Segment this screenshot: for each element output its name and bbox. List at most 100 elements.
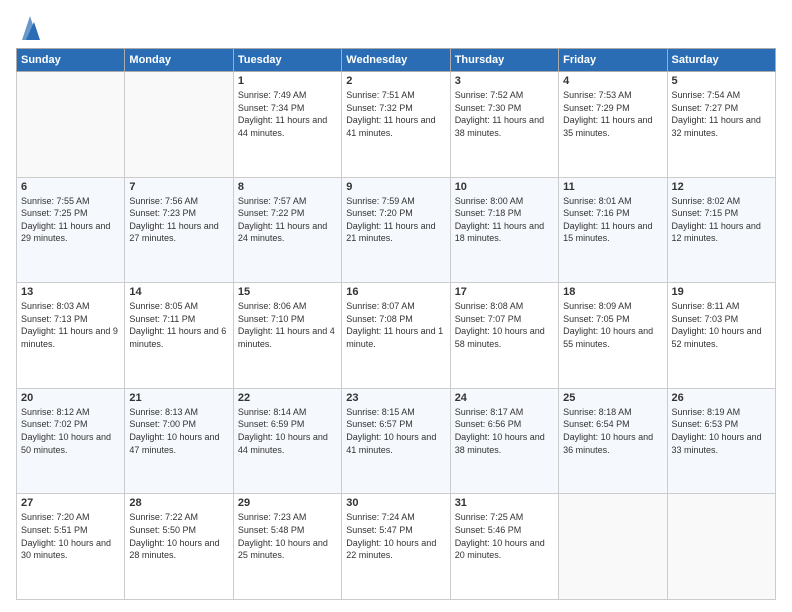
day-number: 3 bbox=[455, 75, 554, 87]
day-info: Sunrise: 8:18 AM Sunset: 6:54 PM Dayligh… bbox=[563, 406, 662, 456]
calendar-cell: 1 Sunrise: 7:49 AM Sunset: 7:34 PM Daylig… bbox=[233, 72, 341, 178]
day-number: 31 bbox=[455, 497, 554, 509]
day-info: Sunrise: 7:57 AM Sunset: 7:22 PM Dayligh… bbox=[238, 195, 337, 245]
page: SundayMondayTuesdayWednesdayThursdayFrid… bbox=[0, 0, 792, 612]
day-info: Sunrise: 7:22 AM Sunset: 5:50 PM Dayligh… bbox=[129, 511, 228, 561]
weekday-header-thursday: Thursday bbox=[450, 49, 558, 72]
calendar-cell: 15Sunrise: 8:06 AM Sunset: 7:10 PM Dayli… bbox=[233, 283, 341, 389]
calendar-cell: 12 Sunrise: 8:02 AM Sunset: 7:15 PM Dayli… bbox=[667, 177, 775, 283]
day-number: 4 bbox=[563, 75, 662, 87]
calendar-cell: 26 Sunrise: 8:19 AM Sunset: 6:53 PM Dayli… bbox=[667, 388, 775, 494]
calendar-cell: 28Sunrise: 7:22 AM Sunset: 5:50 PM Dayli… bbox=[125, 494, 233, 600]
weekday-header-monday: Monday bbox=[125, 49, 233, 72]
day-info: Sunrise: 8:08 AM Sunset: 7:07 PM Dayligh… bbox=[455, 300, 554, 350]
day-info: Sunrise: 7:53 AM Sunset: 7:29 PM Dayligh… bbox=[563, 89, 662, 139]
day-number: 24 bbox=[455, 392, 554, 404]
day-info: Sunrise: 8:19 AM Sunset: 6:53 PM Dayligh… bbox=[672, 406, 771, 456]
day-info: Sunrise: 7:23 AM Sunset: 5:48 PM Dayligh… bbox=[238, 511, 337, 561]
calendar-cell: 25 Sunrise: 8:18 AM Sunset: 6:54 PM Dayli… bbox=[559, 388, 667, 494]
day-info: Sunrise: 8:06 AM Sunset: 7:10 PM Dayligh… bbox=[238, 300, 337, 350]
calendar-week-row: 1 Sunrise: 7:49 AM Sunset: 7:34 PM Daylig… bbox=[17, 72, 776, 178]
calendar-cell: 3 Sunrise: 7:52 AM Sunset: 7:30 PM Daylig… bbox=[450, 72, 558, 178]
calendar-cell: 31 Sunrise: 7:25 AM Sunset: 5:46 PM Dayli… bbox=[450, 494, 558, 600]
day-number: 22 bbox=[238, 392, 337, 404]
day-number: 7 bbox=[129, 181, 228, 193]
calendar-cell: 18 Sunrise: 8:09 AM Sunset: 7:05 PM Dayli… bbox=[559, 283, 667, 389]
calendar-cell: 8 Sunrise: 7:57 AM Sunset: 7:22 PM Daylig… bbox=[233, 177, 341, 283]
day-number: 23 bbox=[346, 392, 445, 404]
calendar-cell bbox=[667, 494, 775, 600]
day-info: Sunrise: 7:52 AM Sunset: 7:30 PM Dayligh… bbox=[455, 89, 554, 139]
calendar-cell bbox=[17, 72, 125, 178]
day-number: 8 bbox=[238, 181, 337, 193]
calendar-cell: 11Sunrise: 8:01 AM Sunset: 7:16 PM Dayli… bbox=[559, 177, 667, 283]
calendar-cell: 16 Sunrise: 8:07 AM Sunset: 7:08 PM Dayli… bbox=[342, 283, 450, 389]
day-number: 13 bbox=[21, 286, 120, 298]
day-info: Sunrise: 7:54 AM Sunset: 7:27 PM Dayligh… bbox=[672, 89, 771, 139]
weekday-header-friday: Friday bbox=[559, 49, 667, 72]
calendar-cell: 14Sunrise: 8:05 AM Sunset: 7:11 PM Dayli… bbox=[125, 283, 233, 389]
day-info: Sunrise: 7:25 AM Sunset: 5:46 PM Dayligh… bbox=[455, 511, 554, 561]
day-info: Sunrise: 7:59 AM Sunset: 7:20 PM Dayligh… bbox=[346, 195, 445, 245]
weekday-header-sunday: Sunday bbox=[17, 49, 125, 72]
weekday-header-wednesday: Wednesday bbox=[342, 49, 450, 72]
day-number: 2 bbox=[346, 75, 445, 87]
header bbox=[16, 12, 776, 40]
calendar-cell: 21 Sunrise: 8:13 AM Sunset: 7:00 PM Dayli… bbox=[125, 388, 233, 494]
day-info: Sunrise: 8:11 AM Sunset: 7:03 PM Dayligh… bbox=[672, 300, 771, 350]
day-number: 1 bbox=[238, 75, 337, 87]
calendar-cell: 10 Sunrise: 8:00 AM Sunset: 7:18 PM Dayli… bbox=[450, 177, 558, 283]
day-number: 29 bbox=[238, 497, 337, 509]
day-info: Sunrise: 8:03 AM Sunset: 7:13 PM Dayligh… bbox=[21, 300, 120, 350]
day-number: 18 bbox=[563, 286, 662, 298]
calendar-cell: 19Sunrise: 8:11 AM Sunset: 7:03 PM Dayli… bbox=[667, 283, 775, 389]
logo-icon bbox=[20, 12, 40, 40]
calendar-cell: 9 Sunrise: 7:59 AM Sunset: 7:20 PM Daylig… bbox=[342, 177, 450, 283]
day-info: Sunrise: 8:13 AM Sunset: 7:00 PM Dayligh… bbox=[129, 406, 228, 456]
day-info: Sunrise: 7:56 AM Sunset: 7:23 PM Dayligh… bbox=[129, 195, 228, 245]
day-info: Sunrise: 7:49 AM Sunset: 7:34 PM Dayligh… bbox=[238, 89, 337, 139]
calendar-week-row: 6 Sunrise: 7:55 AM Sunset: 7:25 PM Daylig… bbox=[17, 177, 776, 283]
day-number: 5 bbox=[672, 75, 771, 87]
calendar-cell: 27 Sunrise: 7:20 AM Sunset: 5:51 PM Dayli… bbox=[17, 494, 125, 600]
day-number: 14 bbox=[129, 286, 228, 298]
calendar-cell: 4 Sunrise: 7:53 AM Sunset: 7:29 PM Daylig… bbox=[559, 72, 667, 178]
calendar-cell: 2 Sunrise: 7:51 AM Sunset: 7:32 PM Daylig… bbox=[342, 72, 450, 178]
day-number: 6 bbox=[21, 181, 120, 193]
calendar-cell: 20 Sunrise: 8:12 AM Sunset: 7:02 PM Dayli… bbox=[17, 388, 125, 494]
calendar-cell: 23 Sunrise: 8:15 AM Sunset: 6:57 PM Dayli… bbox=[342, 388, 450, 494]
calendar-week-row: 27 Sunrise: 7:20 AM Sunset: 5:51 PM Dayli… bbox=[17, 494, 776, 600]
calendar-table: SundayMondayTuesdayWednesdayThursdayFrid… bbox=[16, 48, 776, 600]
day-number: 25 bbox=[563, 392, 662, 404]
day-number: 9 bbox=[346, 181, 445, 193]
day-number: 12 bbox=[672, 181, 771, 193]
weekday-header-tuesday: Tuesday bbox=[233, 49, 341, 72]
day-info: Sunrise: 8:00 AM Sunset: 7:18 PM Dayligh… bbox=[455, 195, 554, 245]
calendar-cell bbox=[125, 72, 233, 178]
day-number: 10 bbox=[455, 181, 554, 193]
day-info: Sunrise: 8:02 AM Sunset: 7:15 PM Dayligh… bbox=[672, 195, 771, 245]
weekday-header-row: SundayMondayTuesdayWednesdayThursdayFrid… bbox=[17, 49, 776, 72]
day-info: Sunrise: 8:17 AM Sunset: 6:56 PM Dayligh… bbox=[455, 406, 554, 456]
day-info: Sunrise: 8:15 AM Sunset: 6:57 PM Dayligh… bbox=[346, 406, 445, 456]
day-number: 20 bbox=[21, 392, 120, 404]
logo bbox=[16, 12, 40, 40]
day-number: 27 bbox=[21, 497, 120, 509]
day-info: Sunrise: 7:20 AM Sunset: 5:51 PM Dayligh… bbox=[21, 511, 120, 561]
day-info: Sunrise: 7:55 AM Sunset: 7:25 PM Dayligh… bbox=[21, 195, 120, 245]
day-number: 16 bbox=[346, 286, 445, 298]
calendar-week-row: 13 Sunrise: 8:03 AM Sunset: 7:13 PM Dayli… bbox=[17, 283, 776, 389]
day-number: 17 bbox=[455, 286, 554, 298]
calendar-cell: 30Sunrise: 7:24 AM Sunset: 5:47 PM Dayli… bbox=[342, 494, 450, 600]
calendar-cell bbox=[559, 494, 667, 600]
calendar-cell: 13 Sunrise: 8:03 AM Sunset: 7:13 PM Dayli… bbox=[17, 283, 125, 389]
calendar-cell: 22 Sunrise: 8:14 AM Sunset: 6:59 PM Dayli… bbox=[233, 388, 341, 494]
day-number: 21 bbox=[129, 392, 228, 404]
day-info: Sunrise: 8:09 AM Sunset: 7:05 PM Dayligh… bbox=[563, 300, 662, 350]
day-info: Sunrise: 8:14 AM Sunset: 6:59 PM Dayligh… bbox=[238, 406, 337, 456]
day-number: 26 bbox=[672, 392, 771, 404]
day-info: Sunrise: 8:12 AM Sunset: 7:02 PM Dayligh… bbox=[21, 406, 120, 456]
day-info: Sunrise: 8:07 AM Sunset: 7:08 PM Dayligh… bbox=[346, 300, 445, 350]
calendar-cell: 17 Sunrise: 8:08 AM Sunset: 7:07 PM Dayli… bbox=[450, 283, 558, 389]
day-info: Sunrise: 7:51 AM Sunset: 7:32 PM Dayligh… bbox=[346, 89, 445, 139]
